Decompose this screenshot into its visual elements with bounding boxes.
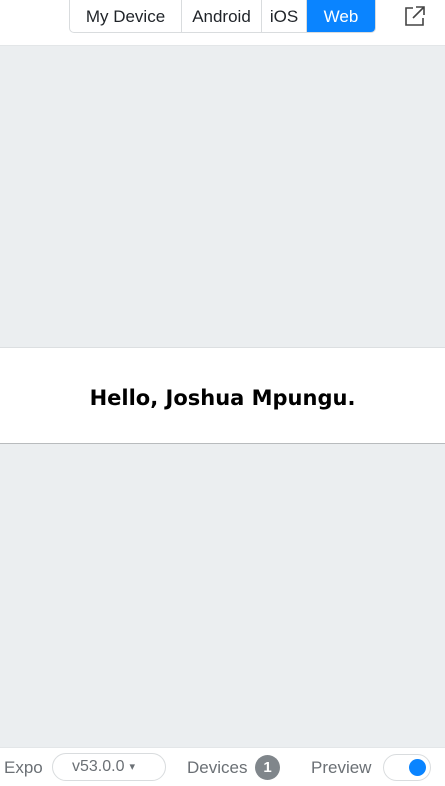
toggle-knob [409,759,426,776]
devices-label[interactable]: Devices [187,758,247,778]
bottom-toolbar: Expo v53.0.0 ▾ Devices 1 Preview [0,747,445,786]
preview-label: Preview [311,758,372,777]
tab-android[interactable]: Android [182,0,262,32]
tab-web[interactable]: Web [307,0,375,32]
chevron-down-icon: ▾ [129,761,136,773]
greeting-card: Hello, Joshua Mpungu. [0,347,445,444]
version-value: v53.0.0 [72,758,125,775]
greeting-text: Hello, Joshua Mpungu. [89,385,356,410]
top-toolbar: My Device Android iOS Web [0,0,445,46]
tab-ios[interactable]: iOS [262,0,307,32]
platform-tabs: My Device Android iOS Web [69,0,376,33]
open-external-icon[interactable] [404,5,426,27]
tab-my-device[interactable]: My Device [70,0,182,32]
preview-area: Hello, Joshua Mpungu. [0,46,445,747]
devices-count-badge[interactable]: 1 [255,755,280,780]
preview-toggle[interactable] [383,754,431,781]
app-window: My Device Android iOS Web Hello, Joshua … [0,0,445,786]
expo-label: Expo [4,758,43,777]
expo-version-select[interactable]: v53.0.0 ▾ [52,753,166,781]
